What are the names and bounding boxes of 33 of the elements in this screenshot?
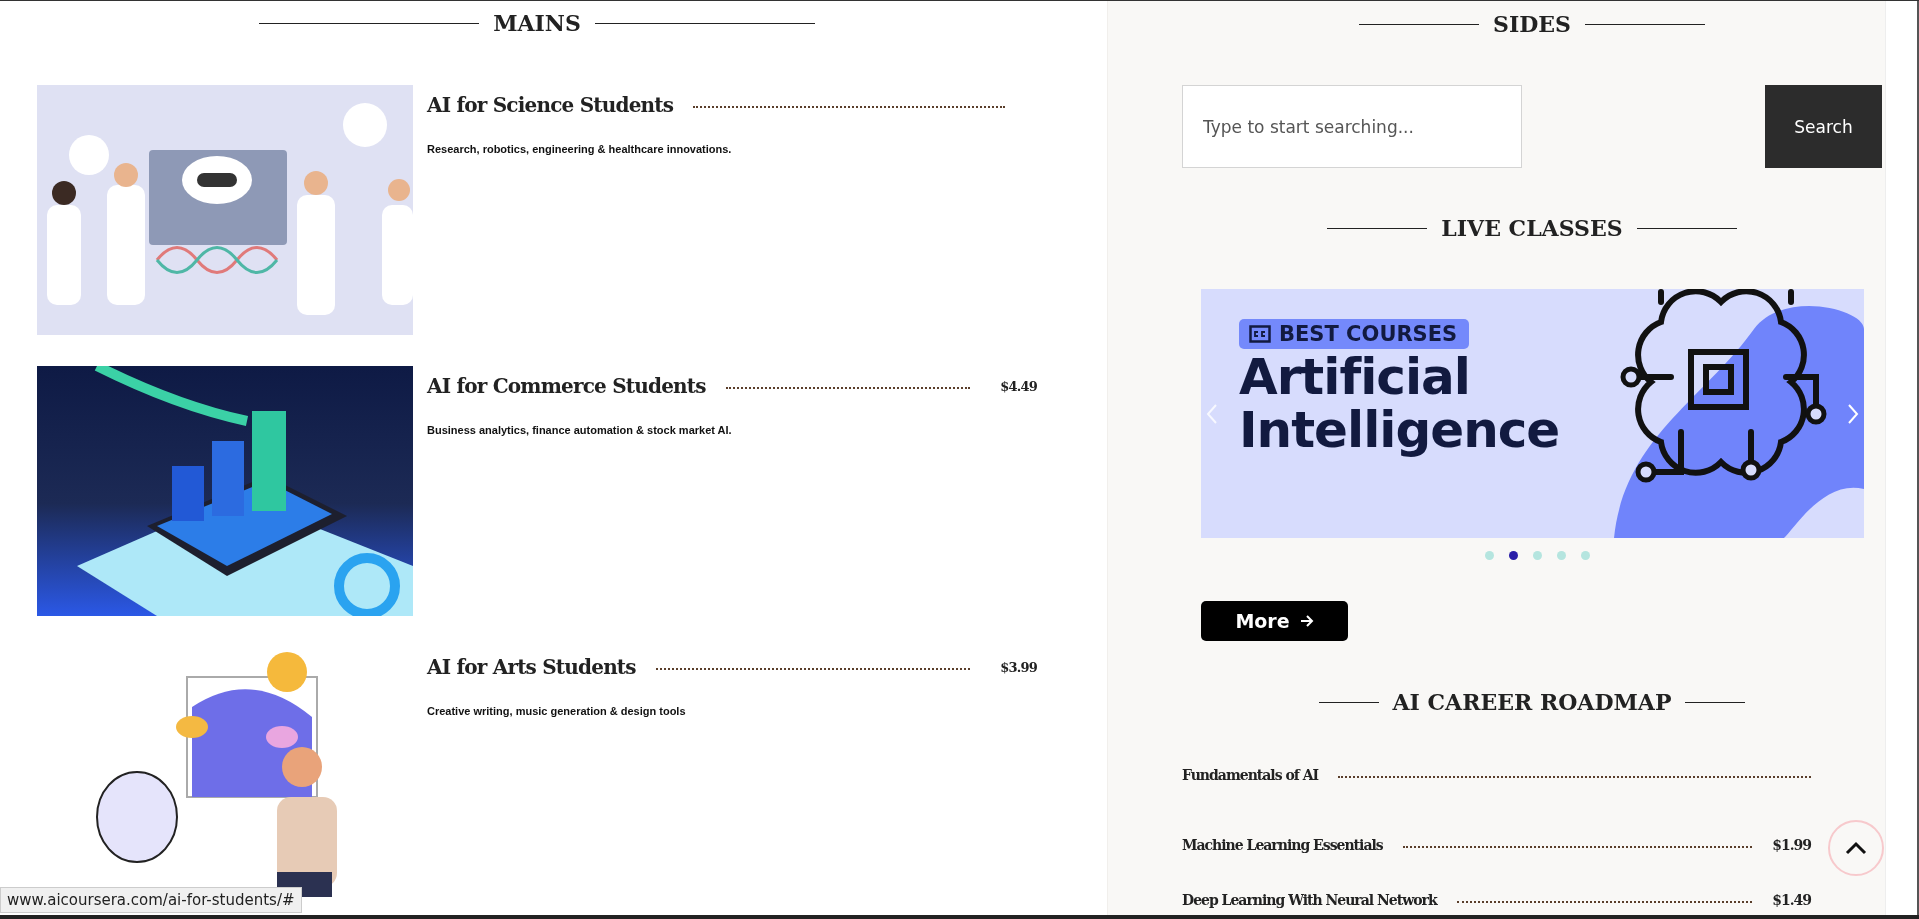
arrow-right-icon	[1299, 615, 1314, 627]
course-description: Research, robotics, engineering & healthcare innovations.	[427, 143, 733, 155]
course-title[interactable]: AI for Commerce Students	[427, 374, 706, 398]
section-heading: AI CAREER ROADMAP	[1392, 689, 1672, 715]
carousel-dot[interactable]	[1484, 551, 1494, 560]
section-heading: MAINS	[493, 10, 581, 36]
roadmap-item[interactable]: Machine Learning Essentials	[1182, 837, 1383, 853]
course-title[interactable]: AI for Arts Students	[427, 655, 636, 679]
course-description: Business analytics, finance automation & stock market AI.	[427, 424, 733, 436]
roadmap-item[interactable]: Deep Learning With Neural Network	[1182, 892, 1437, 908]
status-bar-url: www.aicoursera.com/ai-for-students/#	[0, 887, 302, 913]
section-heading: SIDES	[1493, 11, 1571, 37]
course-description: Creative writing, music generation & design tools	[427, 705, 687, 717]
course-price: $3.99	[1000, 659, 1037, 675]
section-heading: LIVE CLASSES	[1441, 215, 1623, 241]
banner-title: Artificial Intelligence	[1239, 351, 1559, 456]
carousel-dot[interactable]	[1556, 551, 1566, 560]
caret-up-icon	[1845, 841, 1867, 855]
roadmap-price: $1.49	[1772, 892, 1811, 908]
search-button[interactable]: Search	[1765, 85, 1882, 168]
course-price: $4.49	[1000, 378, 1037, 394]
search-field[interactable]: Type to start searching...	[1182, 85, 1522, 168]
closed-caption-icon	[1249, 325, 1271, 343]
course-title[interactable]: AI for Science Students	[427, 93, 674, 117]
roadmap-price: $1.99	[1772, 837, 1811, 853]
carousel-dot[interactable]	[1580, 551, 1590, 560]
more-button[interactable]: More	[1201, 601, 1348, 641]
roadmap-item[interactable]: Fundamentals of AI	[1182, 767, 1319, 783]
badge-text: BEST COURSES	[1279, 322, 1458, 346]
carousel-dot[interactable]	[1532, 551, 1542, 560]
carousel-dot[interactable]	[1508, 551, 1518, 560]
scroll-to-top-button[interactable]	[1828, 820, 1884, 876]
course-banner[interactable]: BEST COURSES Artificial Intelligence	[1201, 289, 1864, 538]
